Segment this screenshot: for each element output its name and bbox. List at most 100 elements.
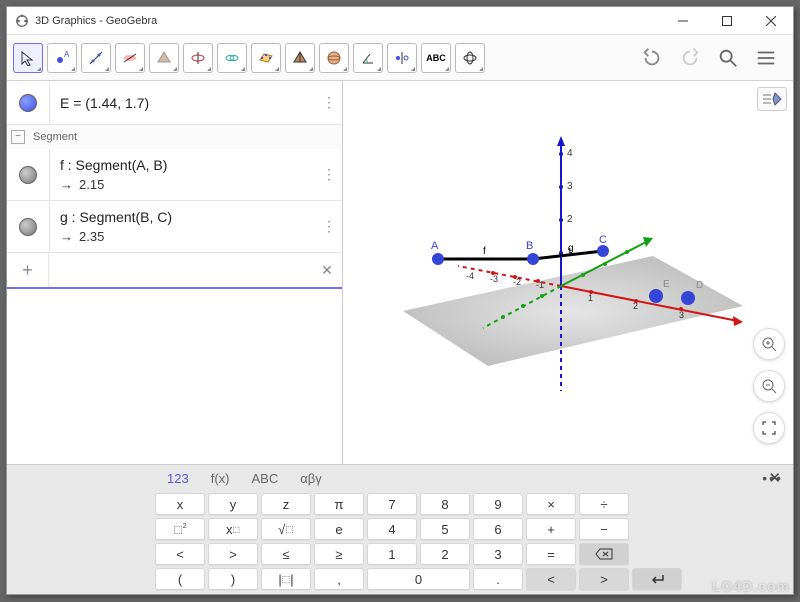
tool-text[interactable]: ABC bbox=[421, 43, 451, 73]
key->[interactable]: > bbox=[579, 568, 629, 590]
3d-canvas[interactable]: 1 2 3 4 -4 -3 -2 -1 1 2 3 bbox=[343, 81, 793, 464]
tool-plane[interactable] bbox=[251, 43, 281, 73]
svg-text:g: g bbox=[568, 243, 574, 254]
menu-icon[interactable] bbox=[755, 47, 777, 69]
key-4[interactable]: 4 bbox=[367, 518, 417, 540]
kb-close-icon[interactable]: ✕ bbox=[768, 469, 781, 487]
key-.[interactable]: . bbox=[473, 568, 523, 590]
key->[interactable]: > bbox=[208, 543, 258, 565]
key-|▢|[interactable]: |⬚| bbox=[261, 568, 311, 590]
key-,[interactable]: , bbox=[314, 568, 364, 590]
tool-intersect[interactable] bbox=[217, 43, 247, 73]
style-bar-toggle[interactable] bbox=[757, 87, 787, 111]
key-⌫[interactable] bbox=[579, 543, 629, 565]
svg-text:2: 2 bbox=[567, 214, 573, 225]
key-↵[interactable] bbox=[632, 568, 682, 590]
tool-circle[interactable] bbox=[183, 43, 213, 73]
svg-text:A: A bbox=[64, 50, 70, 59]
fullscreen-button[interactable] bbox=[753, 412, 785, 444]
key-<[interactable]: < bbox=[155, 543, 205, 565]
search-icon[interactable] bbox=[717, 47, 739, 69]
tool-rotate-view[interactable] bbox=[455, 43, 485, 73]
key-=[interactable]: = bbox=[526, 543, 576, 565]
svg-text:A: A bbox=[431, 240, 439, 252]
tool-reflect[interactable] bbox=[387, 43, 417, 73]
algebra-row-point-e[interactable]: E = (1.44, 1.7) ⋮ bbox=[7, 81, 342, 125]
tool-line[interactable] bbox=[81, 43, 111, 73]
key-×[interactable]: × bbox=[526, 493, 576, 515]
clear-input-icon[interactable]: ✕ bbox=[312, 262, 342, 279]
key-e[interactable]: e bbox=[314, 518, 364, 540]
key-6[interactable]: 6 bbox=[473, 518, 523, 540]
collapse-icon[interactable]: − bbox=[11, 130, 25, 144]
tool-sphere[interactable] bbox=[319, 43, 349, 73]
svg-text:B: B bbox=[526, 240, 533, 252]
key-÷[interactable]: ÷ bbox=[579, 493, 629, 515]
svg-text:E: E bbox=[663, 279, 670, 290]
content-area: E = (1.44, 1.7) ⋮ − Segment f : Segment(… bbox=[7, 81, 793, 464]
kb-tab-fx[interactable]: f(x) bbox=[211, 471, 230, 486]
key-)[interactable]: ) bbox=[208, 568, 258, 590]
svg-text:f: f bbox=[483, 246, 486, 257]
algebra-row-segment-g[interactable]: g : Segment(B, C) →2.35 ⋮ bbox=[7, 201, 342, 253]
key-x[interactable]: x bbox=[155, 493, 205, 515]
undo-icon[interactable] bbox=[641, 47, 663, 69]
key-3[interactable]: 3 bbox=[473, 543, 523, 565]
zoom-in-button[interactable] bbox=[753, 328, 785, 360]
key-xⁿ[interactable]: x⬚ bbox=[208, 518, 258, 540]
algebra-row-segment-f[interactable]: f : Segment(A, B) →2.15 ⋮ bbox=[7, 149, 342, 201]
section-header-segment[interactable]: − Segment bbox=[7, 125, 342, 149]
kb-tab-greek[interactable]: αβγ bbox=[300, 471, 322, 486]
kebab-icon[interactable]: ⋮ bbox=[322, 218, 342, 235]
key-π[interactable]: π bbox=[314, 493, 364, 515]
app-icon bbox=[15, 14, 29, 28]
svg-text:1: 1 bbox=[588, 293, 593, 303]
svg-text:C: C bbox=[599, 234, 607, 246]
key-0[interactable]: 0 bbox=[367, 568, 470, 590]
close-button[interactable] bbox=[749, 7, 793, 34]
tool-angle[interactable] bbox=[353, 43, 383, 73]
key-8[interactable]: 8 bbox=[420, 493, 470, 515]
segment-def: g : Segment(B, C) bbox=[60, 209, 322, 225]
svg-text:4: 4 bbox=[567, 148, 573, 159]
key-<[interactable]: < bbox=[526, 568, 576, 590]
key-2[interactable]: 2 bbox=[420, 543, 470, 565]
key-▢²[interactable]: ⬚2 bbox=[155, 518, 205, 540]
key-+[interactable]: + bbox=[526, 518, 576, 540]
tool-move[interactable] bbox=[13, 43, 43, 73]
maximize-button[interactable] bbox=[705, 7, 749, 34]
svg-text:-4: -4 bbox=[466, 271, 474, 281]
kebab-icon[interactable]: ⋮ bbox=[322, 166, 342, 183]
algebra-def: E = (1.44, 1.7) bbox=[50, 87, 322, 119]
algebra-input[interactable] bbox=[49, 253, 312, 287]
zoom-out-button[interactable] bbox=[753, 370, 785, 402]
key-y[interactable]: y bbox=[208, 493, 258, 515]
key-7[interactable]: 7 bbox=[367, 493, 417, 515]
tool-polygon[interactable] bbox=[149, 43, 179, 73]
visibility-toggle[interactable] bbox=[19, 94, 37, 112]
tool-point[interactable]: A bbox=[47, 43, 77, 73]
key-z[interactable]: z bbox=[261, 493, 311, 515]
kb-tab-abc[interactable]: ABC bbox=[251, 471, 278, 486]
key-√▢[interactable]: √⬚ bbox=[261, 518, 311, 540]
visibility-toggle[interactable] bbox=[19, 166, 37, 184]
kebab-icon[interactable]: ⋮ bbox=[322, 94, 342, 111]
key-≥[interactable]: ≥ bbox=[314, 543, 364, 565]
tool-plane-special[interactable] bbox=[115, 43, 145, 73]
key-≤[interactable]: ≤ bbox=[261, 543, 311, 565]
svg-text:3: 3 bbox=[567, 181, 573, 192]
algebra-view: E = (1.44, 1.7) ⋮ − Segment f : Segment(… bbox=[7, 81, 343, 464]
key-1[interactable]: 1 bbox=[367, 543, 417, 565]
add-button[interactable]: + bbox=[7, 253, 49, 287]
minimize-button[interactable] bbox=[661, 7, 705, 34]
graphics-3d-view[interactable]: 1 2 3 4 -4 -3 -2 -1 1 2 3 bbox=[343, 81, 793, 464]
svg-text:D: D bbox=[696, 280, 703, 291]
visibility-toggle[interactable] bbox=[19, 218, 37, 236]
kb-tab-123[interactable]: 123 bbox=[167, 471, 189, 486]
tool-pyramid[interactable] bbox=[285, 43, 315, 73]
key-−[interactable]: − bbox=[579, 518, 629, 540]
redo-icon[interactable] bbox=[679, 47, 701, 69]
key-5[interactable]: 5 bbox=[420, 518, 470, 540]
key-([interactable]: ( bbox=[155, 568, 205, 590]
key-9[interactable]: 9 bbox=[473, 493, 523, 515]
